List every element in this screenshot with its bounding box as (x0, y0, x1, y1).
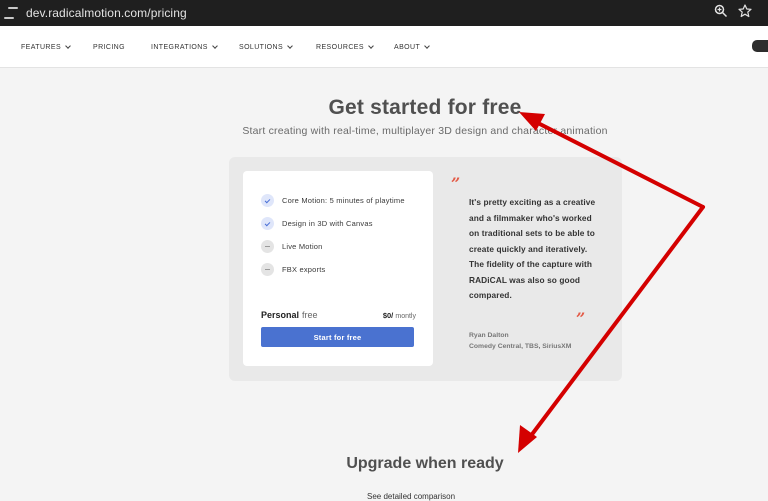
chevron-down-icon (424, 43, 430, 49)
feature-item: FBX exports (261, 258, 405, 281)
feature-label: Live Motion (282, 242, 323, 251)
feature-item: Core Motion: 5 minutes of playtime (261, 189, 405, 212)
nav-item-pricing[interactable]: PRICING (93, 44, 125, 51)
browser-address-bar: dev.radicalmotion.com/pricing (0, 0, 768, 26)
star-icon[interactable] (738, 4, 752, 18)
plan-summary: Personal free $0/ montly (261, 310, 416, 320)
browser-actions (714, 4, 752, 18)
url-text[interactable]: dev.radicalmotion.com/pricing (26, 6, 187, 20)
plan-price: $0/ montly (382, 311, 416, 320)
feature-item: Live Motion (261, 235, 405, 258)
minus-icon (261, 240, 274, 253)
discord-icon[interactable] (752, 40, 768, 52)
chevron-down-icon (368, 43, 374, 49)
quote-close-icon: ” (576, 309, 586, 328)
feature-list: Core Motion: 5 minutes of playtime Desig… (261, 189, 405, 281)
see-detailed-comparison-link[interactable]: See detailed comparison (367, 492, 455, 501)
pricing-panel: Core Motion: 5 minutes of playtime Desig… (229, 157, 622, 381)
nav-item-features[interactable]: FEATURES (21, 43, 71, 51)
nav-item-about[interactable]: ABOUT (394, 43, 430, 51)
chevron-down-icon (287, 43, 293, 49)
testimonial-author: Ryan Dalton Comedy Central, TBS, SiriusX… (469, 330, 571, 352)
page-subtitle: Start creating with real-time, multiplay… (242, 125, 608, 137)
minus-icon (261, 263, 274, 276)
testimonial-text: It's pretty exciting as a creative and a… (469, 197, 596, 300)
feature-item: Design in 3D with Canvas (261, 212, 405, 235)
feature-label: FBX exports (282, 265, 326, 274)
author-name: Ryan Dalton (469, 332, 509, 339)
page-title: Get started for free (328, 96, 522, 119)
plan-period: montly (395, 313, 416, 320)
author-affiliation: Comedy Central, TBS, SiriusXM (469, 343, 572, 350)
check-icon (261, 217, 274, 230)
nav-item-solutions[interactable]: SOLUTIONS (239, 43, 293, 51)
site-settings-icon[interactable] (4, 7, 18, 19)
quote-open-icon: ” (451, 174, 461, 193)
plan-card-personal: Core Motion: 5 minutes of playtime Desig… (243, 171, 433, 366)
plan-name: Personal free (261, 310, 318, 320)
upgrade-title: Upgrade when ready (346, 455, 504, 472)
nav-item-integrations[interactable]: INTEGRATIONS (151, 43, 218, 51)
chevron-down-icon (65, 43, 71, 49)
chevron-down-icon (211, 43, 218, 49)
nav-item-resources[interactable]: RESOURCES (316, 43, 374, 51)
plan-tier: free (302, 310, 318, 320)
zoom-icon[interactable] (714, 4, 728, 18)
check-icon (261, 194, 274, 207)
feature-label: Core Motion: 5 minutes of playtime (282, 196, 405, 205)
start-for-free-button[interactable]: Start for free (261, 327, 414, 347)
site-header: FEATURES PRICING INTEGRATIONS SOLUTIONS … (0, 26, 768, 68)
feature-label: Design in 3D with Canvas (282, 219, 373, 228)
